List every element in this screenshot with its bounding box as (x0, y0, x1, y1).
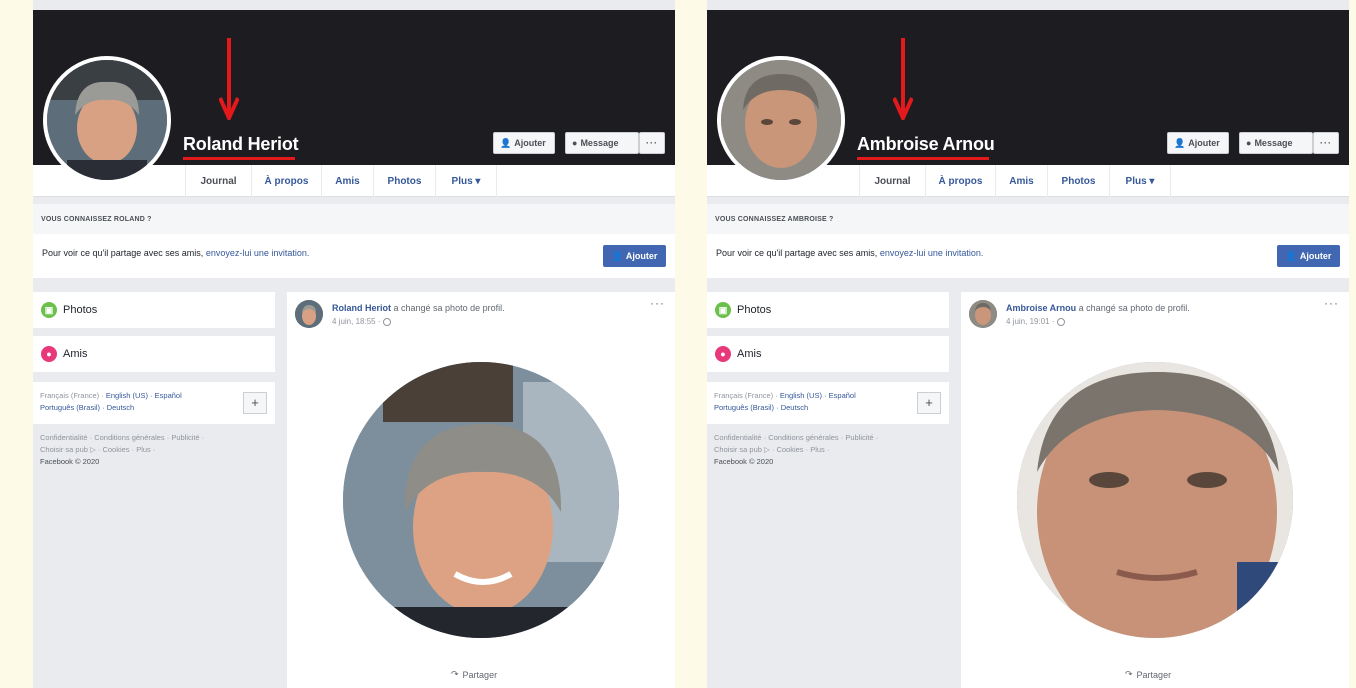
friends-icon: ● (715, 346, 731, 362)
know-header: VOUS CONNAISSEZ ROLAND ? (33, 204, 675, 234)
profile-name[interactable]: Roland Heriot (183, 134, 299, 155)
language-current: Français (France) · (40, 391, 104, 400)
invite-text: Pour voir ce qu'il partage avec ses amis… (42, 248, 310, 258)
message-button[interactable]: ● Message (1239, 132, 1313, 154)
tab-photos[interactable]: Photos (1047, 165, 1109, 197)
share-icon: ↷ (1125, 669, 1133, 679)
footer-line[interactable]: Confidentialité · Conditions générales ·… (714, 432, 944, 444)
more-button[interactable]: ··· (1313, 132, 1339, 154)
messenger-icon: ● (1246, 138, 1252, 148)
language-current: Français (France) · (714, 391, 778, 400)
red-arrow-icon (893, 38, 913, 120)
invite-link[interactable]: envoyez-lui une invitation. (206, 248, 310, 258)
profile-panel-left: Roland Heriot 👤 Ajouter ● Message ··· Jo… (33, 0, 675, 688)
tab-photos[interactable]: Photos (373, 165, 435, 197)
footer-line[interactable]: Choisir sa pub ▷ · Cookies · Plus · (40, 444, 270, 456)
language-link[interactable]: Deutsch (781, 403, 809, 412)
footer-links: Confidentialité · Conditions générales ·… (714, 432, 944, 468)
profile-avatar[interactable] (717, 56, 845, 184)
footer-copyright: Facebook © 2020 (714, 457, 774, 466)
post-avatar[interactable] (969, 300, 997, 328)
language-link[interactable]: Deutsch (107, 403, 135, 412)
sidebar-photos[interactable]: ▣ Photos (33, 292, 275, 328)
tab-amis[interactable]: Amis (321, 165, 373, 197)
post-profile-photo[interactable] (343, 362, 619, 638)
name-underline (857, 157, 989, 160)
more-button[interactable]: ··· (639, 132, 665, 154)
name-underline (183, 157, 295, 160)
post-card: Roland Heriot a changé sa photo de profi… (287, 292, 675, 688)
post-avatar[interactable] (295, 300, 323, 328)
messenger-icon: ● (572, 138, 578, 148)
profile-panel-right: Ambroise Arnou 👤 Ajouter ● Message ··· J… (707, 0, 1349, 688)
post-menu-icon[interactable]: ··· (1324, 296, 1339, 310)
tab-plus[interactable]: Plus ▾ (435, 165, 497, 197)
invite-link[interactable]: envoyez-lui une invitation. (880, 248, 984, 258)
language-link[interactable]: English (US) · (106, 391, 153, 400)
sidebar-amis[interactable]: ● Amis (707, 336, 949, 372)
language-link[interactable]: English (US) · (780, 391, 827, 400)
friends-icon: ● (41, 346, 57, 362)
tab-journal[interactable]: Journal (185, 165, 251, 197)
globe-icon (1057, 317, 1066, 326)
message-button[interactable]: ● Message (565, 132, 639, 154)
invite-box: Pour voir ce qu'il partage avec ses amis… (707, 234, 1349, 278)
add-language-button[interactable]: + (243, 392, 267, 414)
add-friend-blue-button[interactable]: 👤 Ajouter (603, 245, 666, 267)
footer-line[interactable]: Choisir sa pub ▷ · Cookies · Plus · (714, 444, 944, 456)
language-box: Français (France) · English (US) · Españ… (33, 382, 275, 424)
post-menu-icon[interactable]: ··· (650, 296, 665, 310)
share-icon: ↷ (451, 669, 459, 679)
invite-text: Pour voir ce qu'il partage avec ses amis… (716, 248, 984, 258)
add-friend-icon: 👤 (1174, 137, 1186, 148)
post-header: Roland Heriot a changé sa photo de profi… (332, 303, 505, 313)
language-link[interactable]: Português (Brasil) · (40, 403, 105, 412)
sidebar-amis[interactable]: ● Amis (33, 336, 275, 372)
post-header: Ambroise Arnou a changé sa photo de prof… (1006, 303, 1190, 313)
post-author[interactable]: Ambroise Arnou (1006, 303, 1076, 313)
add-friend-button[interactable]: 👤 Ajouter (1167, 132, 1229, 154)
add-language-button[interactable]: + (917, 392, 941, 414)
share-button[interactable]: ↷ Partager (451, 669, 497, 680)
post-card: Ambroise Arnou a changé sa photo de prof… (961, 292, 1349, 688)
post-date[interactable]: 4 juin, 18:55 · (332, 317, 392, 326)
globe-icon (383, 317, 392, 326)
language-link[interactable]: Português (Brasil) · (714, 403, 779, 412)
add-friend-blue-button[interactable]: 👤 Ajouter (1277, 245, 1340, 267)
post-profile-photo[interactable] (1017, 362, 1293, 638)
photos-icon: ▣ (715, 302, 731, 318)
add-friend-button[interactable]: 👤 Ajouter (493, 132, 555, 154)
footer-copyright: Facebook © 2020 (40, 457, 100, 466)
post-author[interactable]: Roland Heriot (332, 303, 391, 313)
footer-links: Confidentialité · Conditions générales ·… (40, 432, 270, 468)
tab-a-propos[interactable]: À propos (925, 165, 995, 197)
language-link[interactable]: Español (155, 391, 182, 400)
add-friend-icon: 👤 (500, 137, 512, 148)
language-link[interactable]: Español (829, 391, 856, 400)
share-button[interactable]: ↷ Partager (1125, 669, 1171, 680)
photos-icon: ▣ (41, 302, 57, 318)
add-friend-icon: 👤 (611, 250, 623, 261)
profile-name[interactable]: Ambroise Arnou (857, 134, 995, 155)
invite-box: Pour voir ce qu'il partage avec ses amis… (33, 234, 675, 278)
red-arrow-icon (219, 38, 239, 120)
tab-a-propos[interactable]: À propos (251, 165, 321, 197)
add-friend-icon: 👤 (1285, 250, 1297, 261)
sidebar-photos[interactable]: ▣ Photos (707, 292, 949, 328)
footer-line[interactable]: Confidentialité · Conditions générales ·… (40, 432, 270, 444)
post-date[interactable]: 4 juin, 19:01 · (1006, 317, 1066, 326)
tab-journal[interactable]: Journal (859, 165, 925, 197)
tab-plus[interactable]: Plus ▾ (1109, 165, 1171, 197)
language-box: Français (France) · English (US) · Españ… (707, 382, 949, 424)
know-header: VOUS CONNAISSEZ AMBROISE ? (707, 204, 1349, 234)
tab-amis[interactable]: Amis (995, 165, 1047, 197)
profile-avatar[interactable] (43, 56, 171, 184)
